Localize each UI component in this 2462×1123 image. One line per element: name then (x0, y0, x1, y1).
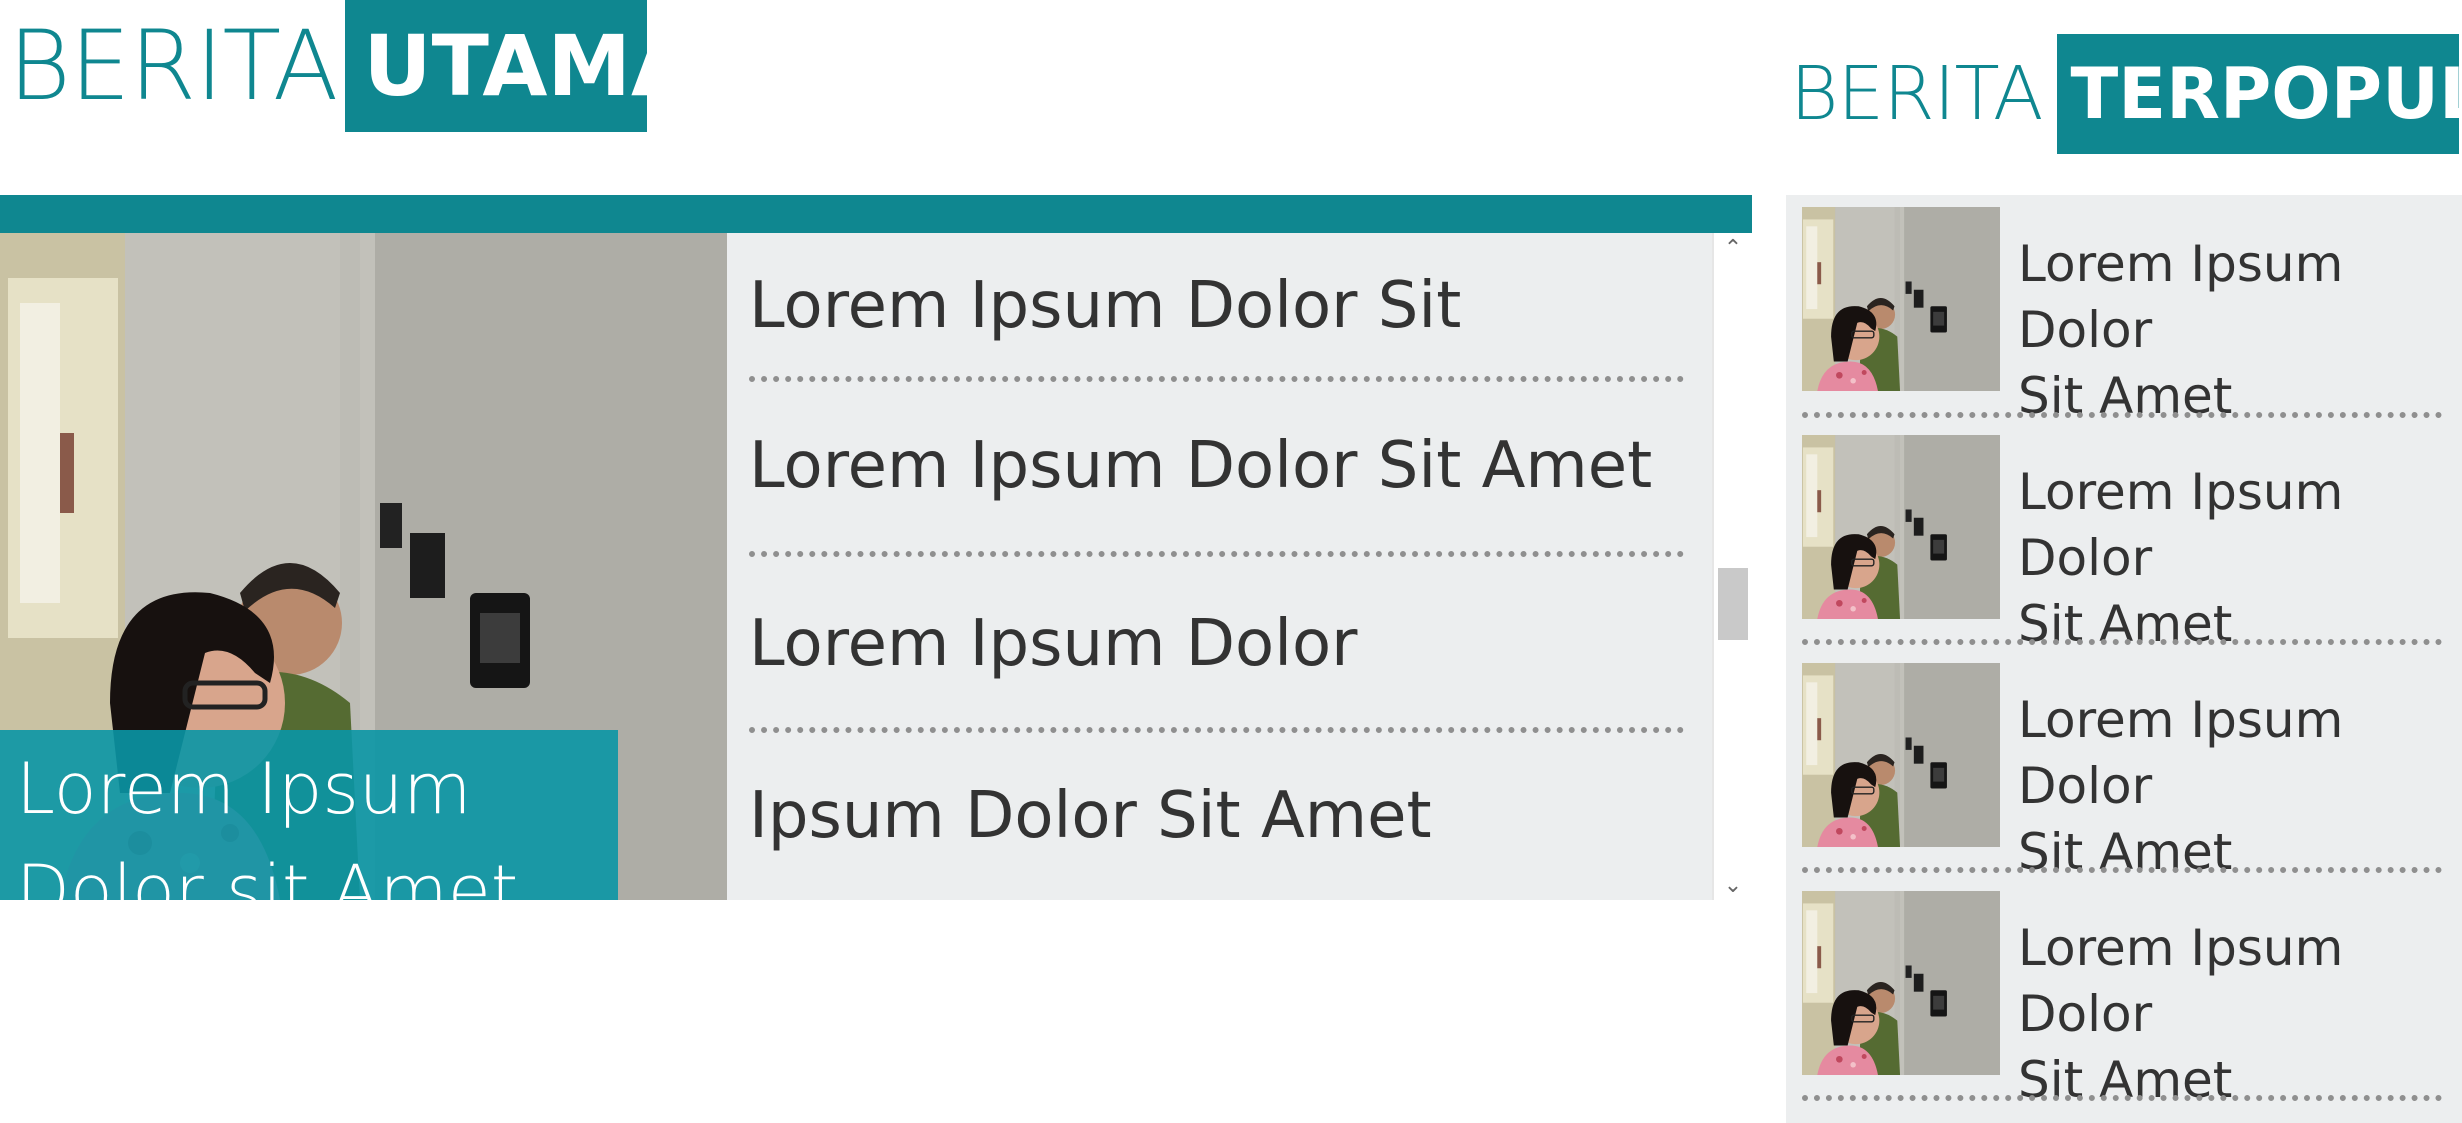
popular-item-title[interactable]: Lorem Ipsum Dolor Sit Amet (2018, 231, 2448, 429)
popular-item-title-line2: Sit Amet (2018, 1051, 2233, 1109)
headline-item[interactable]: Lorem Ipsum Dolor (749, 607, 1684, 681)
popular-item-title-line1: Lorem Ipsum Dolor (2018, 691, 2344, 815)
headline-divider (749, 376, 1684, 382)
popular-thumbnail[interactable] (1802, 435, 2000, 619)
popular-divider (1802, 412, 2442, 418)
hero-caption-line1: Lorem Ipsum (16, 748, 472, 830)
popular-thumbnail[interactable] (1802, 891, 2000, 1075)
main-news-panel: Lorem Ipsum Dolor sit Amet Lorem Ipsum D… (0, 195, 1752, 900)
popular-item-title-line1: Lorem Ipsum Dolor (2018, 919, 2344, 1043)
popular-news-heading: BERITA TERPOPULER (1790, 34, 2462, 154)
popular-divider (1802, 1095, 2442, 1101)
scrollbar-thumb[interactable] (1718, 568, 1748, 640)
popular-divider (1802, 867, 2442, 873)
popular-item[interactable]: Lorem Ipsum Dolor Sit Amet (1802, 663, 2442, 881)
popular-item[interactable]: Lorem Ipsum Dolor Sit Amet (1802, 891, 2442, 1109)
headline-item[interactable]: Lorem Ipsum Dolor Sit Amet (749, 429, 1684, 503)
hero-caption[interactable]: Lorem Ipsum Dolor sit Amet (0, 730, 618, 900)
headline-divider (749, 551, 1684, 557)
headline-divider (749, 727, 1684, 733)
popular-item-title-line1: Lorem Ipsum Dolor (2018, 463, 2344, 587)
popular-item[interactable]: Lorem Ipsum Dolor Sit Amet (1802, 207, 2442, 425)
hero-caption-line2: Dolor sit Amet (16, 850, 519, 900)
popular-item-title-line2: Sit Amet (2018, 595, 2233, 653)
popular-thumbnail[interactable] (1802, 207, 2000, 391)
hero-article[interactable]: Lorem Ipsum Dolor sit Amet (0, 233, 727, 900)
main-news-top-bar (0, 195, 1752, 233)
headline-item[interactable]: Lorem Ipsum Dolor Sit (749, 269, 1684, 343)
popular-divider (1802, 639, 2442, 645)
popular-item-title[interactable]: Lorem Ipsum Dolor Sit Amet (2018, 459, 2448, 657)
popular-item-title-line1: Lorem Ipsum Dolor (2018, 235, 2344, 359)
chevron-up-icon[interactable]: ⌃ (1714, 233, 1752, 263)
main-news-heading: BERITA UTAMA (0, 0, 696, 132)
popular-item-title[interactable]: Lorem Ipsum Dolor Sit Amet (2018, 915, 2448, 1113)
popular-item-title-line2: Sit Amet (2018, 823, 2233, 881)
popular-item[interactable]: Lorem Ipsum Dolor Sit Amet (1802, 435, 2442, 653)
main-news-heading-light: BERITA (8, 10, 338, 122)
main-news-heading-bold: UTAMA (345, 0, 696, 132)
headline-list: Lorem Ipsum Dolor Sit Lorem Ipsum Dolor … (727, 233, 1712, 900)
popular-news-panel: Lorem Ipsum Dolor Sit Amet Lorem Ipsum D… (1786, 195, 2462, 1123)
popular-item-title[interactable]: Lorem Ipsum Dolor Sit Amet (2018, 687, 2448, 885)
popular-item-title-line2: Sit Amet (2018, 367, 2233, 425)
popular-news-heading-bold: TERPOPULER (2056, 34, 2462, 154)
popular-thumbnail[interactable] (1802, 663, 2000, 847)
chevron-down-icon[interactable]: ⌄ (1714, 870, 1752, 900)
popular-news-heading-light: BERITA (1790, 51, 2044, 137)
headline-scrollbar[interactable]: ⌃ ⌄ (1712, 233, 1752, 900)
headline-item[interactable]: Ipsum Dolor Sit Amet (749, 779, 1684, 853)
